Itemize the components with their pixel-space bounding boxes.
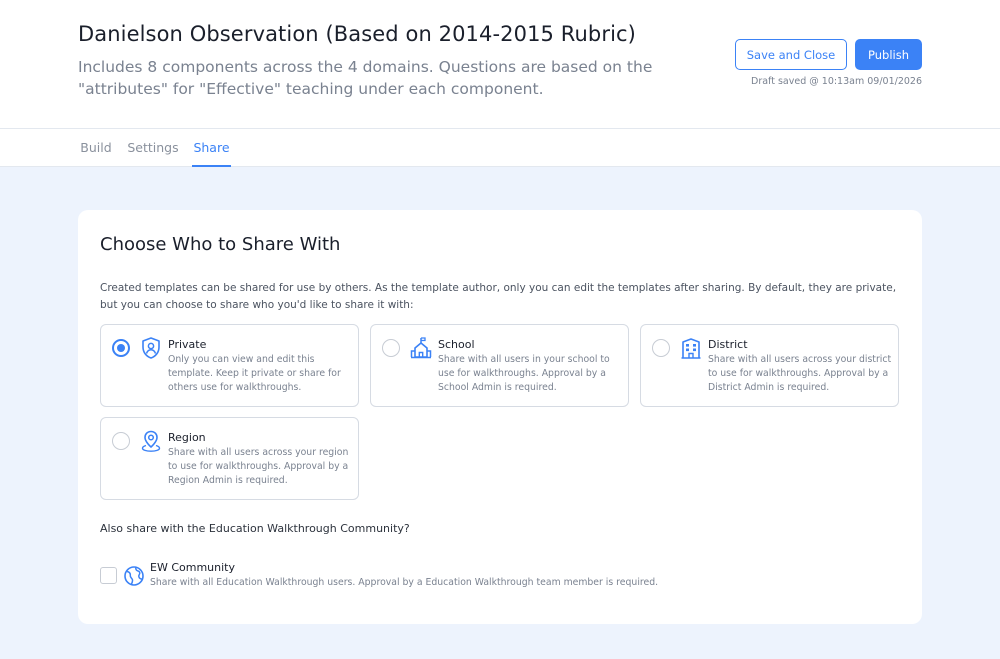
share-option-region[interactable]: Region Share with all users across your … xyxy=(100,417,359,500)
option-description: Only you can view and edit this template… xyxy=(168,354,341,393)
share-option-private[interactable]: Private Only you can view and edit this … xyxy=(100,324,359,407)
share-description: Created templates can be shared for use … xyxy=(100,282,897,311)
radio-school[interactable] xyxy=(382,339,400,357)
radio-region[interactable] xyxy=(112,432,130,450)
ew-community-checkbox[interactable] xyxy=(100,567,117,584)
community-question: Also share with the Education Walkthroug… xyxy=(100,522,410,535)
share-option-school[interactable]: School Share with all users in your scho… xyxy=(370,324,629,407)
tab-share[interactable]: Share xyxy=(192,129,231,167)
map-pin-icon xyxy=(141,430,161,452)
option-description: Share with all users across your region … xyxy=(168,447,349,486)
draft-status: Draft saved @ 10:13am 09/01/2026 xyxy=(751,76,922,87)
radio-district[interactable] xyxy=(652,339,670,357)
share-card-title: Choose Who to Share With xyxy=(100,234,341,255)
option-label: School xyxy=(438,338,475,351)
globe-icon xyxy=(124,566,144,586)
share-card: Choose Who to Share With Created templat… xyxy=(78,210,922,624)
page-subtitle: Includes 8 components across the 4 domai… xyxy=(78,58,653,98)
share-option-district[interactable]: District Share with all users across you… xyxy=(640,324,899,407)
radio-private[interactable] xyxy=(112,339,130,357)
option-label: Region xyxy=(168,431,206,444)
tab-settings[interactable]: Settings xyxy=(126,129,180,167)
option-description: Share with all users in your school to u… xyxy=(438,354,610,393)
ew-community-description: Share with all Education Walkthrough use… xyxy=(150,577,659,588)
tab-bar: Build Settings Share xyxy=(0,129,1000,167)
shield-user-icon xyxy=(142,337,160,359)
page-header: Danielson Observation (Based on 2014-201… xyxy=(0,0,1000,129)
option-description: Share with all users across your distric… xyxy=(708,354,892,393)
building-icon xyxy=(681,338,701,359)
tab-build[interactable]: Build xyxy=(78,129,114,167)
ew-community-label: EW Community xyxy=(150,561,235,574)
page-title: Danielson Observation (Based on 2014-201… xyxy=(78,22,636,46)
publish-button[interactable]: Publish xyxy=(855,39,922,70)
save-and-close-button[interactable]: Save and Close xyxy=(735,39,847,70)
school-icon xyxy=(410,337,432,359)
option-label: District xyxy=(708,338,748,351)
option-label: Private xyxy=(168,338,207,351)
